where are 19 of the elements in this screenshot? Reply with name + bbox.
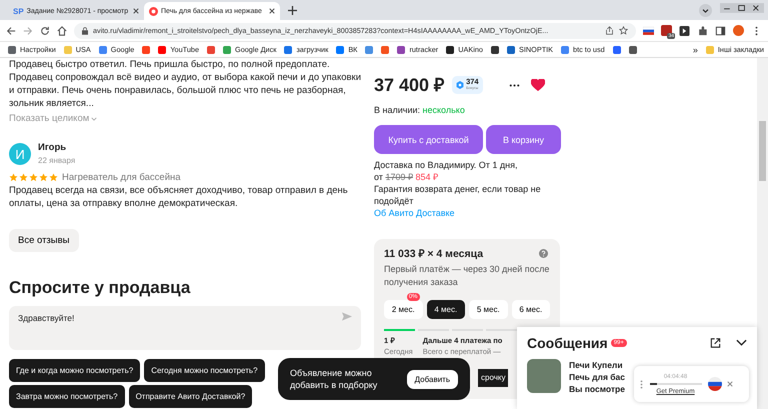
site-logo: SP (13, 6, 24, 16)
user-avatar: И (9, 143, 31, 165)
installment-title: 11 033 ₽ × 4 месяца (384, 248, 484, 260)
guarantee-text: Гарантия возврата денег, если товар не подойдёт (374, 183, 542, 207)
chat-preview: Вы посмотре (569, 383, 625, 395)
delivery-info: Доставка по Владимиру. От 1 дня, от 1709 ₽ 854 ₽ (374, 159, 519, 183)
chat-subject: Печь для бас (569, 371, 625, 383)
stock-status: В наличии: несколько (374, 104, 466, 116)
toast-text: Объявление можно добавить в подборку (290, 367, 378, 391)
reviewer-name: Игорь (38, 141, 68, 154)
panel-title: Сообщения (527, 335, 608, 351)
installment-subtitle: Первый платёж — через 30 дней после получения заказа (384, 263, 550, 289)
review-text: Продавец всегда на связи, все объясняет доходчиво, товар отправил в день оплаты, цена за отправку вполне демократическая. (9, 184, 349, 210)
section-heading: Спросите у продавца (9, 278, 192, 298)
price: 37 400 ₽ (374, 74, 444, 96)
review-text: Продавец быстро ответил. Печь пришла быстро, по полной предоплате. Продавец сопровождал всё видео и аудио, от выбора какой печи и до упаковки и отправки. Печь очень понравилась, большой плюс что печь не разборная, зольник является... (9, 58, 361, 110)
review-date: 22 января (38, 155, 76, 167)
review-product: Нагреватель для бассейна (62, 171, 181, 184)
chat-name: Печи Купели (569, 359, 623, 371)
